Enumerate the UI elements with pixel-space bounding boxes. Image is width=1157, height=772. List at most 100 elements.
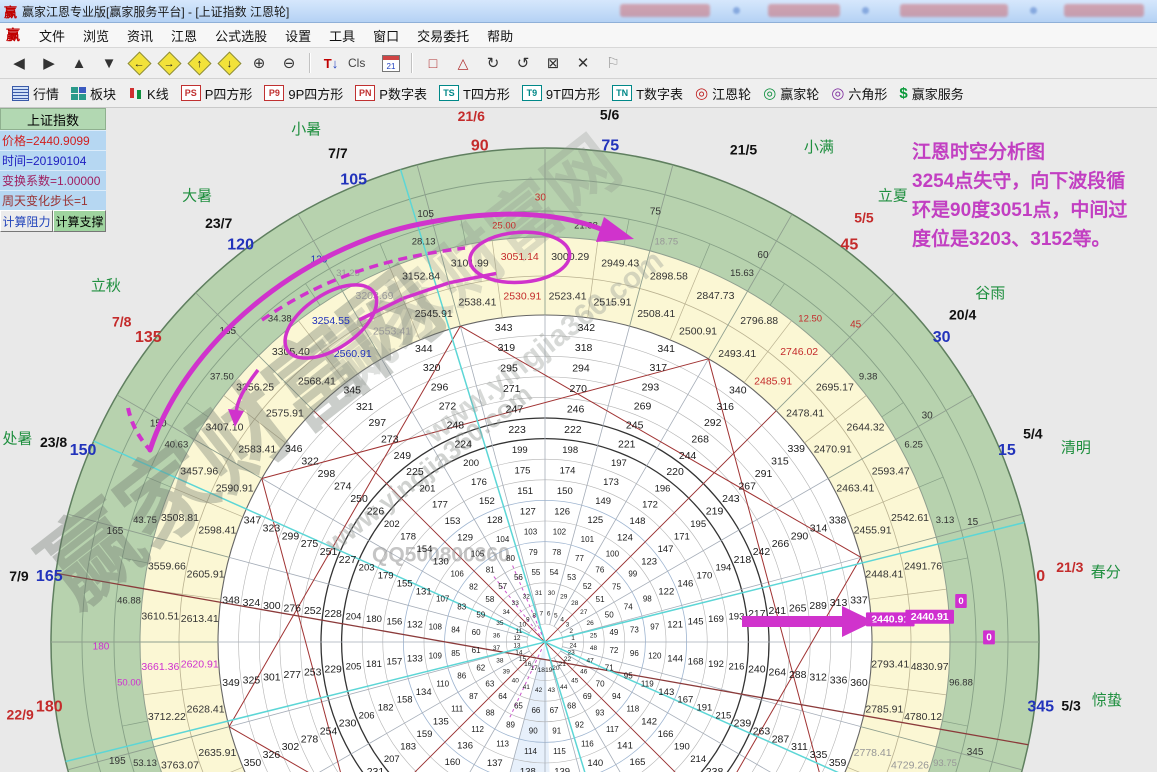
tool-calendar-button[interactable]: 21 xyxy=(377,50,405,76)
svg-text:341: 341 xyxy=(657,343,675,355)
menu-item-1[interactable]: 浏览 xyxy=(74,27,118,46)
svg-text:252: 252 xyxy=(304,605,322,617)
svg-text:132: 132 xyxy=(407,619,423,630)
symbol-name: 上证指数 xyxy=(0,108,106,130)
svg-text:195: 195 xyxy=(690,519,706,530)
view-江恩轮-button[interactable]: ◎江恩轮 xyxy=(695,84,751,103)
svg-text:219: 219 xyxy=(706,506,724,518)
svg-text:230: 230 xyxy=(339,718,357,730)
menu-items: 文件浏览资讯江恩公式选股设置工具窗口交易委托帮助 xyxy=(30,26,522,45)
svg-text:2620.91: 2620.91 xyxy=(181,658,219,670)
view-赢家服务-button[interactable]: $赢家服务 xyxy=(899,84,963,103)
svg-text:7: 7 xyxy=(539,611,543,618)
tool-nav-right-button[interactable]: ▶ xyxy=(35,50,63,76)
svg-text:2793.41: 2793.41 xyxy=(871,658,909,670)
svg-text:2538.41: 2538.41 xyxy=(459,296,497,308)
menu-item-7[interactable]: 窗口 xyxy=(364,27,408,46)
view-P数字表-button[interactable]: PNP数字表 xyxy=(355,84,427,103)
svg-text:小满: 小满 xyxy=(804,139,834,156)
menu-item-2[interactable]: 资讯 xyxy=(118,27,162,46)
view-赢家轮-button[interactable]: ◎赢家轮 xyxy=(763,84,819,103)
calc-resistance-button[interactable]: 计算阻力 xyxy=(0,210,53,232)
svg-text:222: 222 xyxy=(564,424,582,436)
view-P四方形-button[interactable]: PSP四方形 xyxy=(181,84,253,103)
svg-text:68: 68 xyxy=(567,701,576,710)
svg-text:120: 120 xyxy=(227,237,254,254)
tool-cls-button[interactable]: Cls xyxy=(347,50,375,76)
menu-item-4[interactable]: 公式选股 xyxy=(206,27,276,46)
svg-text:小暑: 小暑 xyxy=(291,121,321,138)
svg-text:春分: 春分 xyxy=(1091,564,1121,581)
svg-text:78: 78 xyxy=(552,548,561,557)
svg-text:180: 180 xyxy=(366,614,382,625)
svg-text:148: 148 xyxy=(630,516,646,527)
view-K线-button[interactable]: K线 xyxy=(128,84,169,103)
svg-text:272: 272 xyxy=(439,400,457,412)
tool-t-down-button[interactable]: T↓ xyxy=(317,50,345,76)
svg-text:316: 316 xyxy=(716,401,734,413)
tool-nav-up-button[interactable]: ▲ xyxy=(65,50,93,76)
tool-zoom-out-button[interactable]: ⊖ xyxy=(275,50,303,76)
svg-text:238: 238 xyxy=(706,766,724,772)
menu-item-8[interactable]: 交易委托 xyxy=(408,27,478,46)
svg-text:277: 277 xyxy=(284,669,302,681)
menu-item-6[interactable]: 工具 xyxy=(320,27,364,46)
svg-text:46.88: 46.88 xyxy=(117,596,141,607)
svg-text:135: 135 xyxy=(433,716,449,727)
svg-text:81: 81 xyxy=(486,566,495,575)
svg-text:149: 149 xyxy=(595,496,611,507)
menu-item-9[interactable]: 帮助 xyxy=(478,27,522,46)
view-label: 板块 xyxy=(90,84,116,103)
tool-flag-tool-button[interactable]: ⚐ xyxy=(599,50,627,76)
tool-rotate-ccw-button[interactable]: ↺ xyxy=(509,50,537,76)
svg-text:160: 160 xyxy=(445,757,461,768)
tool-zoom-in-button[interactable]: ⊕ xyxy=(245,50,273,76)
menu-item-5[interactable]: 设置 xyxy=(276,27,320,46)
svg-text:250: 250 xyxy=(350,493,368,505)
menu-item-0[interactable]: 文件 xyxy=(30,27,74,46)
view-label: 行情 xyxy=(33,84,59,103)
svg-text:6: 6 xyxy=(547,611,551,618)
svg-text:101: 101 xyxy=(581,535,595,544)
view-板块-button[interactable]: 板块 xyxy=(71,84,116,103)
view-9T四方形-button[interactable]: T99T四方形 xyxy=(522,84,600,103)
view-六角形-button[interactable]: ◎六角形 xyxy=(831,84,887,103)
svg-text:8: 8 xyxy=(532,613,536,620)
svg-text:2593.47: 2593.47 xyxy=(872,465,910,477)
svg-text:2583.41: 2583.41 xyxy=(238,444,276,456)
tool-crosshair-tool-button[interactable]: ✕ xyxy=(569,50,597,76)
svg-text:50.00: 50.00 xyxy=(117,677,141,688)
view-9P四方形-button[interactable]: P99P四方形 xyxy=(264,84,343,103)
svg-text:315: 315 xyxy=(771,456,789,468)
svg-text:21/3: 21/3 xyxy=(1056,559,1083,575)
tool-pan-right-button[interactable]: → xyxy=(155,50,183,76)
view-行情-button[interactable]: 行情 xyxy=(12,84,59,103)
svg-text:347: 347 xyxy=(244,515,262,527)
tool-nav-left-button[interactable]: ◀ xyxy=(5,50,33,76)
svg-text:165: 165 xyxy=(107,526,124,537)
svg-text:228: 228 xyxy=(324,608,342,620)
view-label: P四方形 xyxy=(205,84,253,103)
tool-pan-down-button[interactable]: ↓ xyxy=(215,50,243,76)
svg-text:152: 152 xyxy=(479,496,495,507)
tool-triangle-tool-button[interactable]: △ xyxy=(449,50,477,76)
svg-text:2493.41: 2493.41 xyxy=(718,348,756,360)
svg-text:5/6: 5/6 xyxy=(600,108,620,123)
view-T数字表-button[interactable]: TNT数字表 xyxy=(612,84,683,103)
svg-text:143: 143 xyxy=(658,687,674,698)
svg-text:53.13: 53.13 xyxy=(133,758,157,769)
analysis-note: 江恩时空分析图3254点失守，向下波段循环是90度3051点，中间过度位是320… xyxy=(912,138,1157,254)
svg-text:253: 253 xyxy=(304,666,322,678)
svg-text:266: 266 xyxy=(772,538,790,550)
tool-rotate-cw-button[interactable]: ↻ xyxy=(479,50,507,76)
tool-pan-left-button[interactable]: ← xyxy=(125,50,153,76)
tool-maximize-tool-button[interactable]: ⊠ xyxy=(539,50,567,76)
view-T四方形-button[interactable]: TST四方形 xyxy=(439,84,510,103)
calc-support-button[interactable]: 计算支撑 xyxy=(53,210,106,232)
tool-nav-down-button[interactable]: ▼ xyxy=(95,50,123,76)
行情-icon xyxy=(12,86,29,101)
tool-pan-up-button[interactable]: ↑ xyxy=(185,50,213,76)
svg-text:192: 192 xyxy=(708,659,724,670)
menu-item-3[interactable]: 江恩 xyxy=(162,27,206,46)
tool-rect-tool-button[interactable]: □ xyxy=(419,50,447,76)
